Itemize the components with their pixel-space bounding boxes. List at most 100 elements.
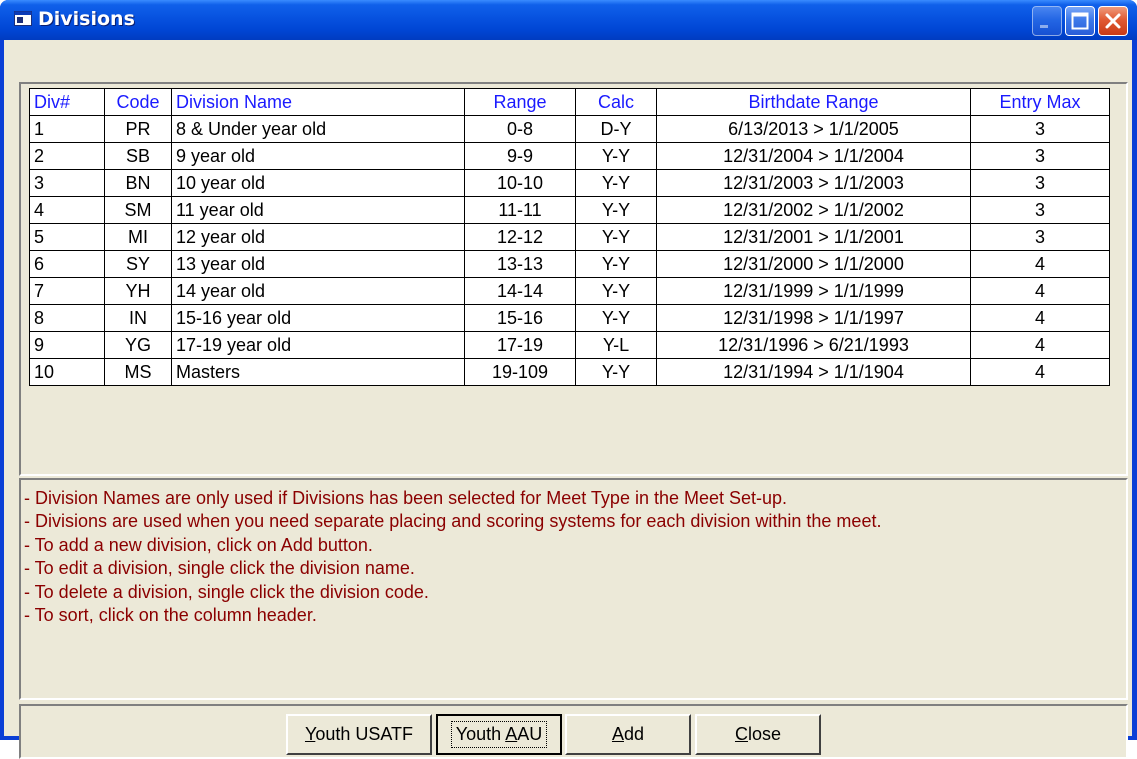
birthdate-range-cell: 12/31/1994 > 1/1/1904 <box>656 358 971 386</box>
division-name-cell[interactable]: 11 year old <box>171 196 465 224</box>
calc-cell: Y-Y <box>575 196 657 224</box>
division-name-cell[interactable]: 12 year old <box>171 223 465 251</box>
title-bar[interactable]: Divisions <box>0 0 1137 40</box>
table-row[interactable]: 4 SM 11 year old 11-11 Y-Y 12/31/2002 > 1/1/2… <box>29 196 1110 224</box>
table-row[interactable]: 10 MS Masters 19-109 Y-Y 12/31/1994 > 1/1/190… <box>29 358 1110 386</box>
close-icon <box>1105 13 1121 29</box>
entry-max-cell: 4 <box>970 331 1110 359</box>
range-cell: 10-10 <box>464 169 576 197</box>
calc-cell: Y-L <box>575 331 657 359</box>
table-row[interactable]: 1 PR 8 & Under year old 0-8 D-Y 6/13/2013 > 1… <box>29 115 1110 143</box>
youth-usatf-button[interactable]: Youth USATF <box>286 714 432 755</box>
code-cell[interactable]: SY <box>104 250 172 278</box>
table-row[interactable]: 9 YG 17-19 year old 17-19 Y-L 12/31/1996 > 6/… <box>29 331 1110 359</box>
birthdate-range-cell: 12/31/2001 > 1/1/2001 <box>656 223 971 251</box>
grid-header-row: Div# Code Division Name Range Calc Birth… <box>29 88 1110 116</box>
code-cell[interactable]: MI <box>104 223 172 251</box>
column-header-code[interactable]: Code <box>104 88 172 116</box>
code-cell[interactable]: SM <box>104 196 172 224</box>
birthdate-range-cell: 12/31/2000 > 1/1/2000 <box>656 250 971 278</box>
birthdate-range-cell: 12/31/2002 > 1/1/2002 <box>656 196 971 224</box>
youth-aau-button[interactable]: Youth AAU <box>436 714 562 755</box>
code-cell[interactable]: IN <box>104 304 172 332</box>
entry-max-cell: 4 <box>970 304 1110 332</box>
table-row[interactable]: 3 BN 10 year old 10-10 Y-Y 12/31/2003 > 1/1/2… <box>29 169 1110 197</box>
entry-max-cell: 4 <box>970 250 1110 278</box>
code-cell[interactable]: BN <box>104 169 172 197</box>
table-row[interactable]: 5 MI 12 year old 12-12 Y-Y 12/31/2001 > 1/1/2… <box>29 223 1110 251</box>
maximize-button[interactable] <box>1065 6 1095 36</box>
div-number-cell: 1 <box>29 115 105 143</box>
birthdate-range-cell: 12/31/2004 > 1/1/2004 <box>656 142 971 170</box>
div-number-cell: 5 <box>29 223 105 251</box>
minimize-button[interactable] <box>1032 6 1062 36</box>
column-header-div-number[interactable]: Div# <box>29 88 105 116</box>
table-row[interactable]: 2 SB 9 year old 9-9 Y-Y 12/31/2004 > 1/1/2004… <box>29 142 1110 170</box>
div-number-cell: 10 <box>29 358 105 386</box>
range-cell: 9-9 <box>464 142 576 170</box>
youth-usatf-label: Youth USATF <box>304 724 414 744</box>
entry-max-cell: 4 <box>970 358 1110 386</box>
code-cell[interactable]: PR <box>104 115 172 143</box>
division-name-cell[interactable]: 13 year old <box>171 250 465 278</box>
range-cell: 0-8 <box>464 115 576 143</box>
code-cell[interactable]: YH <box>104 277 172 305</box>
youth-aau-label: Youth AAU <box>450 721 548 748</box>
column-header-range[interactable]: Range <box>464 88 576 116</box>
entry-max-cell: 4 <box>970 277 1110 305</box>
division-name-cell[interactable]: 14 year old <box>171 277 465 305</box>
range-cell: 11-11 <box>464 196 576 224</box>
range-cell: 13-13 <box>464 250 576 278</box>
range-cell: 15-16 <box>464 304 576 332</box>
birthdate-range-cell: 12/31/2003 > 1/1/2003 <box>656 169 971 197</box>
division-name-cell[interactable]: 15-16 year old <box>171 304 465 332</box>
column-header-calc[interactable]: Calc <box>575 88 657 116</box>
division-name-cell[interactable]: 8 & Under year old <box>171 115 465 143</box>
calc-cell: Y-Y <box>575 250 657 278</box>
minimize-icon <box>1040 25 1048 28</box>
table-row[interactable]: 8 IN 15-16 year old 15-16 Y-Y 12/31/1998 > 1/… <box>29 304 1110 332</box>
table-row[interactable]: 6 SY 13 year old 13-13 Y-Y 12/31/2000 > 1/1/2… <box>29 250 1110 278</box>
entry-max-cell: 3 <box>970 142 1110 170</box>
divisions-grid-frame: Div# Code Division Name Range Calc Birth… <box>19 82 1128 476</box>
calc-cell: Y-Y <box>575 142 657 170</box>
button-bar: Youth USATF Youth AAU Add Close <box>19 704 1128 759</box>
table-row[interactable]: 7 YH 14 year old 14-14 Y-Y 12/31/1999 > 1/1/1… <box>29 277 1110 305</box>
calc-cell: Y-Y <box>575 277 657 305</box>
code-cell[interactable]: YG <box>104 331 172 359</box>
add-button[interactable]: Add <box>565 714 691 755</box>
divisions-window: Divisions Div# Code Division Name Range … <box>0 0 1137 759</box>
range-cell: 14-14 <box>464 277 576 305</box>
range-cell: 17-19 <box>464 331 576 359</box>
help-notes-panel: - Division Names are only used if Divisi… <box>19 478 1128 700</box>
column-header-division-name[interactable]: Division Name <box>171 88 465 116</box>
window-app-icon <box>14 11 32 26</box>
column-header-birthdate-range[interactable]: Birthdate Range <box>656 88 971 116</box>
birthdate-range-cell: 12/31/1996 > 6/21/1993 <box>656 331 971 359</box>
entry-max-cell: 3 <box>970 115 1110 143</box>
divisions-grid[interactable]: Div# Code Division Name Range Calc Birth… <box>29 88 1110 386</box>
entry-max-cell: 3 <box>970 196 1110 224</box>
division-name-cell[interactable]: 10 year old <box>171 169 465 197</box>
column-header-entry-max[interactable]: Entry Max <box>970 88 1110 116</box>
code-cell[interactable]: SB <box>104 142 172 170</box>
window-client-area: Div# Code Division Name Range Calc Birth… <box>4 40 1132 759</box>
note-line: - To edit a division, single click the d… <box>24 558 415 579</box>
div-number-cell: 4 <box>29 196 105 224</box>
maximize-icon <box>1071 12 1089 30</box>
div-number-cell: 9 <box>29 331 105 359</box>
close-label: Close <box>734 724 782 744</box>
range-cell: 19-109 <box>464 358 576 386</box>
window-title: Divisions <box>38 8 135 30</box>
division-name-cell[interactable]: 17-19 year old <box>171 331 465 359</box>
close-window-button[interactable] <box>1098 6 1128 36</box>
div-number-cell: 8 <box>29 304 105 332</box>
note-line: - To delete a division, single click the… <box>24 581 429 602</box>
code-cell[interactable]: MS <box>104 358 172 386</box>
close-button[interactable]: Close <box>695 714 821 755</box>
division-name-cell[interactable]: 9 year old <box>171 142 465 170</box>
division-name-cell[interactable]: Masters <box>171 358 465 386</box>
div-number-cell: 7 <box>29 277 105 305</box>
calc-cell: Y-Y <box>575 304 657 332</box>
note-line: - To add a new division, click on Add bu… <box>24 534 373 555</box>
